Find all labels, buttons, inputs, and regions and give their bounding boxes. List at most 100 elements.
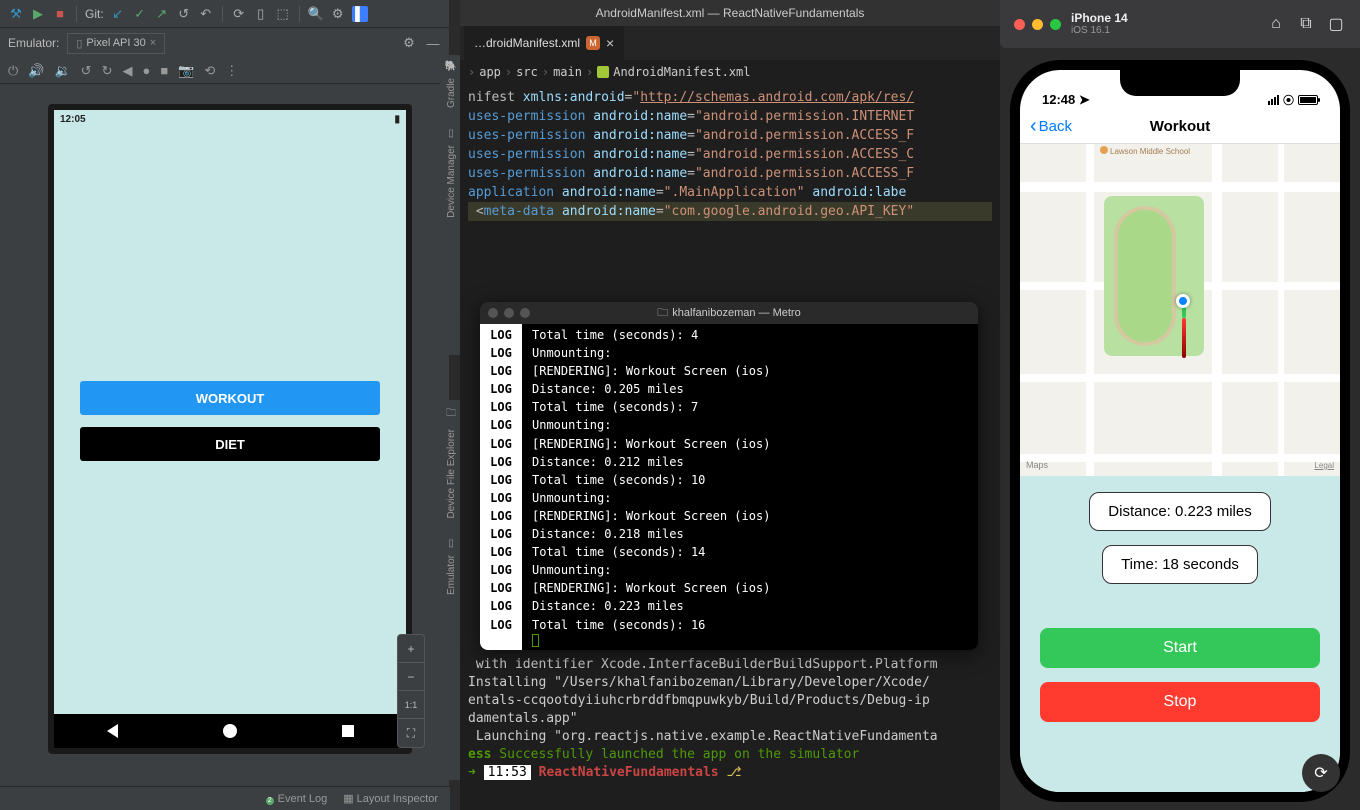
close-tab-icon[interactable]: × <box>606 35 614 51</box>
start-button[interactable]: Start <box>1040 628 1320 668</box>
hammer-icon[interactable]: ⚒ <box>8 6 24 22</box>
minimize-icon[interactable]: — <box>425 35 441 51</box>
back-icon[interactable]: ◀ <box>122 63 132 79</box>
android-emulator-screen[interactable]: 12:05 ▮ WORKOUT DIET <box>48 104 412 754</box>
fab-icon: ⟳ <box>1314 763 1327 783</box>
rotate-right-icon[interactable]: ↻ <box>102 63 113 79</box>
android-status-bar: 12:05 ▮ <box>54 110 406 128</box>
gradle-tool-icon[interactable]: 🐘 <box>445 61 457 72</box>
home-icon[interactable]: ⌂ <box>1266 15 1286 33</box>
editor-tab-manifest[interactable]: …droidManifest.xml M × <box>464 26 624 60</box>
breadcrumb[interactable]: › app› src› main› AndroidManifest.xml <box>460 60 1000 84</box>
maps-legal-link[interactable]: Legal <box>1314 461 1334 470</box>
battery-icon <box>1298 95 1318 105</box>
build-output[interactable]: with identifier Xcode.InterfaceBuilderBu… <box>460 652 1000 792</box>
traffic-lights[interactable] <box>488 308 530 318</box>
rotate-icon[interactable]: ▢ <box>1326 14 1346 34</box>
right-tool-strip-bottom: 🗀 Device File Explorer ▯ Emulator <box>440 400 462 780</box>
terminal-body[interactable]: LOGLOGLOGLOGLOGLOGLOGLOGLOGLOGLOGLOGLOGL… <box>480 324 978 650</box>
distance-readout: Distance: 0.223 miles <box>1089 492 1270 531</box>
right-tool-strip-top: 🐘 Gradle ▯ Device Manager <box>440 55 462 355</box>
screenshot-icon[interactable]: 📷 <box>178 63 194 79</box>
modified-badge: M <box>586 36 600 50</box>
app-body: WORKOUT DIET <box>54 128 406 714</box>
floating-action-button[interactable]: ⟳ <box>1302 754 1340 792</box>
sync-icon[interactable]: ⟳ <box>231 6 247 22</box>
file-explorer-icon[interactable]: 🗀 <box>446 406 456 423</box>
overview-icon[interactable]: ■ <box>160 63 168 78</box>
account-icon[interactable]: ▌ <box>352 6 368 22</box>
sdk-icon[interactable]: ⬚ <box>275 6 291 22</box>
avd-icon[interactable]: ▯ <box>253 6 269 22</box>
gradle-tool-label[interactable]: Gradle <box>446 78 457 108</box>
home-icon[interactable]: ● <box>142 63 150 78</box>
metro-terminal-window[interactable]: 🗀 khalfanibozeman — Metro LOGLOGLOGLOGLO… <box>480 302 978 650</box>
power-icon[interactable]: ⏻ <box>8 63 18 79</box>
history-icon[interactable]: ↺ <box>176 6 192 22</box>
android-nav-bar <box>54 714 406 748</box>
zoom-fit-button[interactable]: 1:1 <box>398 691 424 719</box>
xcode-simulator-header[interactable]: iPhone 14 iOS 16.1 ⌂ ⧉ ▢ <box>1000 0 1360 48</box>
nav-back-icon[interactable] <box>107 724 118 738</box>
device-manager-label[interactable]: Device Manager <box>446 145 457 218</box>
map-path-segment <box>1182 318 1186 358</box>
settings-gear-icon[interactable]: ⚙ <box>330 6 346 22</box>
file-explorer-label[interactable]: Device File Explorer <box>446 429 457 518</box>
window-title: AndroidManifest.xml — ReactNativeFundame… <box>460 0 1000 26</box>
maximize-window-icon[interactable] <box>1050 19 1061 30</box>
crumb-app[interactable]: app <box>479 65 501 79</box>
iphone-screen[interactable]: 12:48 ➤ ⦿ ‹ Back Workout <box>1020 70 1340 792</box>
emulator-device-tab[interactable]: ▯ Pixel API 30 × <box>67 33 165 54</box>
main-toolbar: ⚒ ▶ ■ Git: ↙ ✓ ↗ ↺ ↶ ⟳ ▯ ⬚ 🔍 ⚙ ▌ <box>0 0 449 28</box>
more-icon[interactable]: ⋮ <box>225 63 238 79</box>
vcs-update-icon[interactable]: ↙ <box>110 6 126 22</box>
user-location-marker <box>1176 294 1190 308</box>
volume-up-icon[interactable]: 🔊 <box>28 63 44 79</box>
nav-recents-icon[interactable] <box>342 725 354 737</box>
zoom-in-button[interactable]: + <box>398 635 424 663</box>
stop-button[interactable]: Stop <box>1040 682 1320 722</box>
crumb-main[interactable]: main <box>553 65 582 79</box>
location-arrow-icon: ➤ <box>1079 92 1090 107</box>
run-icon[interactable]: ▶ <box>30 6 46 22</box>
search-icon[interactable]: 🔍 <box>308 6 324 22</box>
wifi-icon: ⦿ <box>1283 92 1294 108</box>
emulator-header: Emulator: ▯ Pixel API 30 × ⚙ — <box>0 28 449 58</box>
terminal-titlebar[interactable]: 🗀 khalfanibozeman — Metro <box>480 302 978 324</box>
reset-icon[interactable]: ⟲ <box>204 63 215 79</box>
crumb-file[interactable]: AndroidManifest.xml <box>597 65 750 79</box>
emulator-display-area: 12:05 ▮ WORKOUT DIET + − 1:1 ⛶ <box>0 84 449 784</box>
map-view[interactable]: Lawson Middle School Maps Legal <box>1020 144 1340 476</box>
workout-button[interactable]: WORKOUT <box>80 381 380 415</box>
map-poi: Lawson Middle School <box>1100 146 1190 156</box>
zoom-out-button[interactable]: − <box>398 663 424 691</box>
emulator-controls: ⏻ 🔊 🔉 ↺ ↻ ◀ ● ■ 📷 ⟲ ⋮ <box>0 58 449 84</box>
zoom-full-button[interactable]: ⛶ <box>398 719 424 747</box>
nav-home-icon[interactable] <box>223 724 237 738</box>
rotate-left-icon[interactable]: ↺ <box>81 63 92 79</box>
minimize-window-icon[interactable] <box>1032 19 1043 30</box>
diet-button[interactable]: DIET <box>80 427 380 461</box>
emulator-tool-icon[interactable]: ▯ <box>448 538 454 549</box>
device-manager-icon[interactable]: ▯ <box>448 128 454 139</box>
emulator-label: Emulator: <box>8 36 59 50</box>
emulator-tool-label[interactable]: Emulator <box>446 555 457 595</box>
back-label: Back <box>1039 118 1072 135</box>
undo-icon[interactable]: ↶ <box>198 6 214 22</box>
volume-down-icon[interactable]: 🔉 <box>54 63 70 79</box>
traffic-lights[interactable] <box>1014 19 1061 30</box>
layout-inspector-button[interactable]: ▦ Layout Inspector <box>343 792 438 805</box>
vcs-push-icon[interactable]: ↗ <box>154 6 170 22</box>
screenshot-icon[interactable]: ⧉ <box>1296 15 1316 33</box>
close-window-icon[interactable] <box>1014 19 1025 30</box>
stop-icon[interactable]: ■ <box>52 6 68 22</box>
event-log-button[interactable]: 2Event Log <box>266 793 328 805</box>
code-editor[interactable]: nifest xmlns:android="http://schemas.and… <box>460 84 1000 225</box>
phone-icon: ▯ <box>76 37 82 50</box>
tool-settings-icon[interactable]: ⚙ <box>401 35 417 51</box>
vcs-commit-icon[interactable]: ✓ <box>132 6 148 22</box>
iphone-simulator: 12:48 ➤ ⦿ ‹ Back Workout <box>1010 60 1350 802</box>
close-tab-icon[interactable]: × <box>150 37 156 49</box>
back-button[interactable]: ‹ Back <box>1020 115 1072 138</box>
crumb-src[interactable]: src <box>516 65 538 79</box>
